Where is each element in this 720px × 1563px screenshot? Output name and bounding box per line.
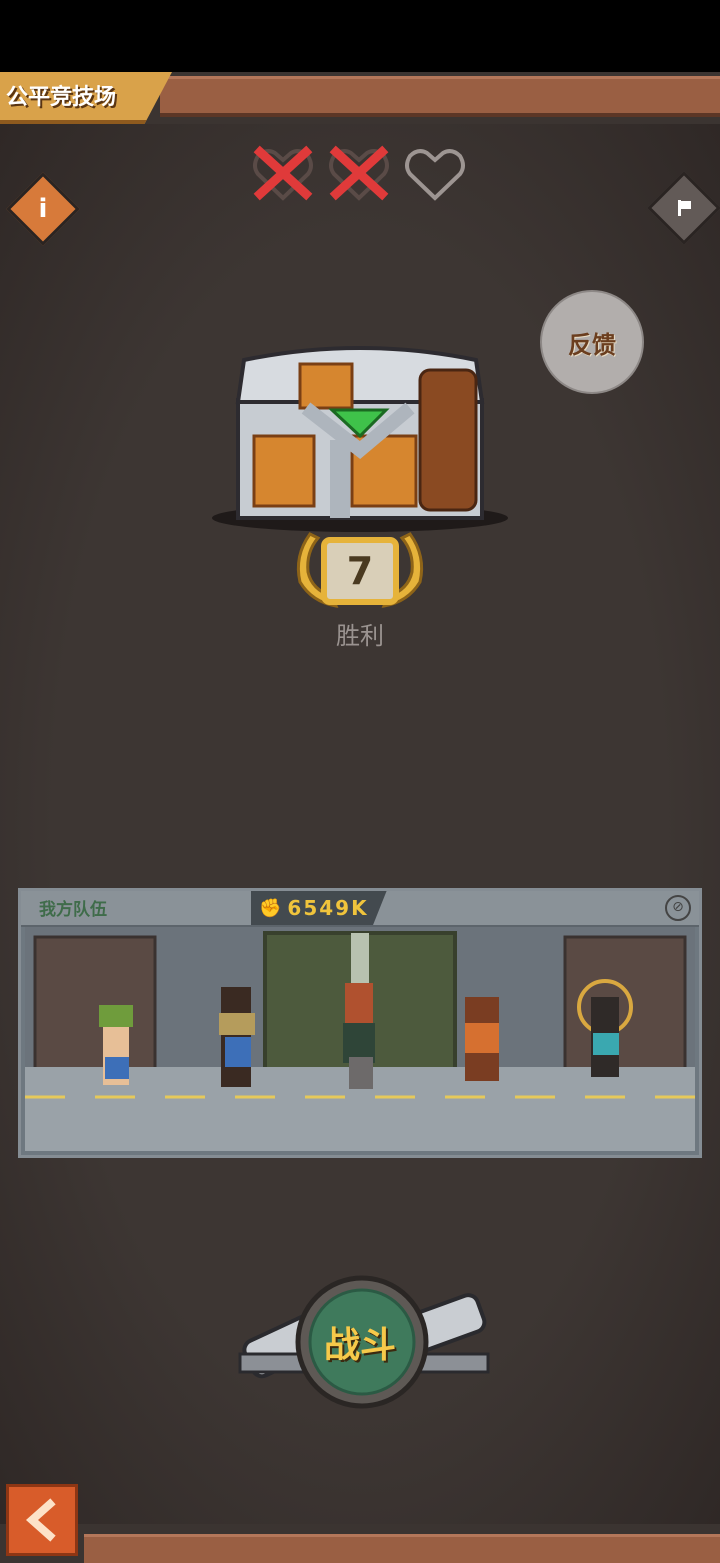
top-bar-strip — [160, 76, 720, 117]
bottom-strip — [84, 1534, 720, 1563]
lost-heart-icon — [253, 145, 313, 201]
attempts-indicator — [250, 142, 468, 204]
info-icon: i — [38, 194, 48, 224]
feedback-button[interactable]: 反馈 — [540, 290, 644, 394]
hero-4 — [465, 997, 499, 1081]
page-title: 公平竞技场 — [0, 72, 172, 124]
fist-icon: ✊ — [259, 897, 282, 919]
reward-chest-icon[interactable] — [210, 340, 510, 540]
wins-count: 7 — [346, 549, 374, 593]
team-label: 我方队伍 — [39, 900, 107, 920]
hero-2 — [219, 987, 255, 1087]
wins-label: 胜利 — [336, 622, 384, 650]
edit-team-icon[interactable]: ⊘ — [665, 895, 691, 921]
chevron-left-icon — [25, 1498, 56, 1542]
flag-icon — [661, 185, 707, 231]
battle-button[interactable]: 战斗 — [300, 1312, 420, 1372]
top-bar: 公平竞技场 — [0, 72, 720, 124]
hero-1 — [99, 1005, 133, 1085]
team-scene — [25, 927, 695, 1151]
status-bar — [0, 0, 720, 72]
back-button[interactable] — [6, 1484, 78, 1556]
team-header: 我方队伍 ✊ 6549K ⊘ — [21, 891, 699, 927]
lost-heart-icon — [329, 145, 389, 201]
team-panel[interactable]: 我方队伍 ✊ 6549K ⊘ — [18, 888, 702, 1158]
power-value: 6549K — [287, 896, 369, 920]
team-power: ✊ 6549K — [251, 891, 387, 925]
heart-icon — [405, 149, 465, 201]
